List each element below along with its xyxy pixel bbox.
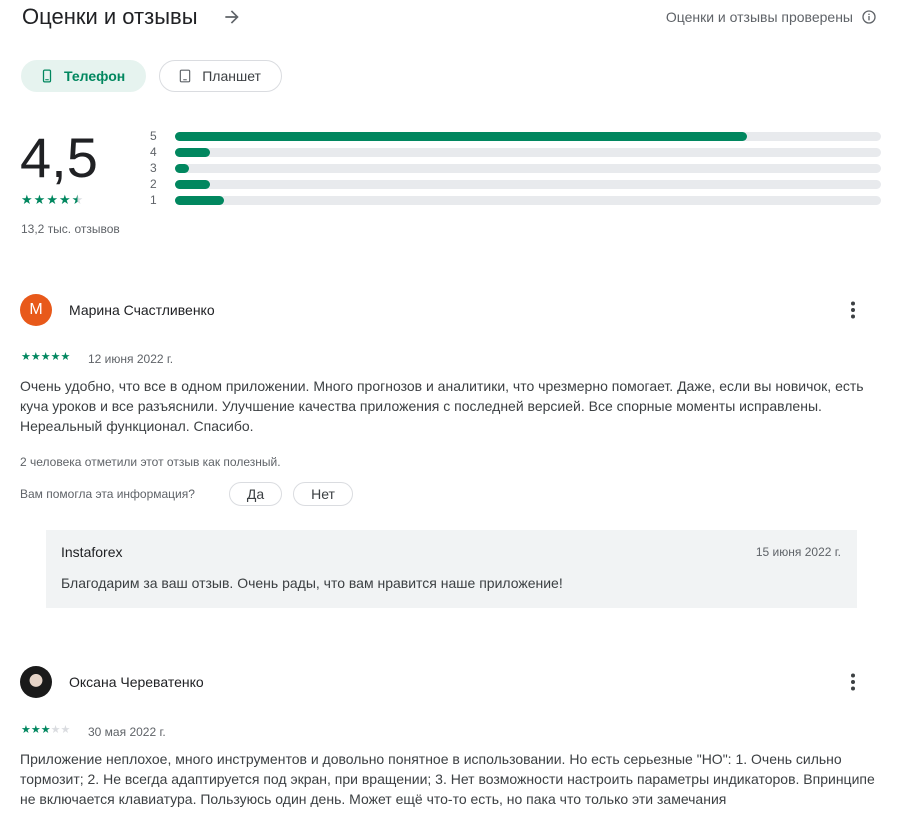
helpful-question: Вам помогла эта информация?	[20, 487, 195, 501]
rating-bar-track	[175, 195, 881, 205]
rating-bar-label: 5	[150, 129, 157, 143]
star-empty-icon: ★	[50, 724, 61, 736]
average-rating: 4,5	[20, 126, 98, 189]
rating-bar-track	[175, 163, 881, 173]
star-half-icon: ★	[71, 192, 84, 207]
helpful-yes-button[interactable]: Да	[229, 482, 282, 506]
star-full-icon: ★	[60, 351, 71, 363]
tab-phone[interactable]: Телефон	[21, 60, 147, 92]
star-full-icon: ★	[46, 192, 58, 207]
device-tabs: Телефон Планшет	[21, 60, 282, 92]
reply-date: 15 июня 2022 г.	[755, 545, 841, 559]
more-vert-icon[interactable]	[841, 670, 865, 694]
rating-bar-track	[175, 179, 881, 189]
review-stars: ★ ★ ★ ★ ★	[21, 725, 70, 736]
developer-reply: Instaforex 15 июня 2022 г. Благодарим за…	[46, 530, 857, 608]
rating-bar-fill	[175, 131, 747, 141]
rating-bar-fill	[175, 179, 211, 189]
star-full-icon: ★	[21, 351, 31, 363]
tab-tablet-label: Планшет	[202, 68, 261, 84]
star-full-icon: ★	[40, 351, 51, 363]
review-date: 12 июня 2022 г.	[88, 352, 174, 366]
rating-bar-row: 2	[150, 176, 881, 192]
star-full-icon: ★	[21, 724, 31, 736]
rating-bar-label: 3	[150, 161, 157, 175]
rating-bar-row: 3	[150, 160, 881, 176]
reply-author: Instaforex	[61, 544, 123, 560]
review-author: Оксана Череватенко	[69, 674, 204, 690]
star-full-icon: ★	[50, 351, 61, 363]
star-full-icon: ★	[21, 192, 33, 207]
tab-phone-label: Телефон	[64, 68, 126, 84]
rating-bar-fill	[175, 195, 225, 205]
review-text: Приложение неплохое, много инструментов …	[20, 751, 875, 807]
rating-bar-row: 4	[150, 144, 881, 160]
arrow-right-icon[interactable]	[222, 7, 242, 27]
rating-distribution: 5 4 3 2 1	[150, 128, 881, 208]
review-text: Очень удобно, что все в одном приложении…	[20, 378, 864, 434]
review-card: Оксана Череватенко ★ ★ ★ ★ ★ 30 мая 2022 г. …	[20, 666, 877, 816]
star-full-icon: ★	[58, 192, 71, 207]
avatar-letter: М	[29, 301, 43, 318]
star-full-icon: ★	[33, 192, 46, 207]
reviews-count: 13,2 тыс. отзывов	[21, 222, 120, 236]
star-full-icon: ★	[40, 724, 51, 736]
star-full-icon: ★	[30, 351, 41, 363]
helpful-count: 2 человека отметили этот отзыв как полез…	[20, 455, 281, 469]
verified-reviews[interactable]: Оценки и отзывы проверены	[666, 9, 877, 25]
rating-bar-label: 4	[150, 145, 157, 159]
review-stars: ★ ★ ★ ★ ★	[21, 352, 70, 363]
more-vert-icon[interactable]	[841, 298, 865, 322]
info-icon[interactable]	[861, 9, 877, 25]
rating-bar-label: 2	[150, 177, 157, 191]
rating-bar-track	[175, 131, 881, 141]
average-rating-stars: ★ ★ ★ ★ ★	[21, 193, 83, 206]
rating-bar-label: 1	[150, 193, 157, 207]
rating-bar-row: 1	[150, 192, 881, 208]
avatar: М	[20, 294, 52, 326]
rating-bar-fill	[175, 147, 211, 157]
star-full-icon: ★	[30, 724, 41, 736]
review-card: М Марина Счастливенко ★ ★ ★ ★ ★ 12 июня 2022…	[20, 294, 877, 514]
star-empty-icon: ★	[60, 724, 71, 736]
verified-label: Оценки и отзывы проверены	[665, 9, 853, 25]
ratings-header: Оценки и отзывы Оценки и отзывы проверен…	[22, 4, 877, 30]
tab-tablet[interactable]: Планшет	[159, 60, 282, 92]
phone-icon	[42, 69, 52, 83]
section-title[interactable]: Оценки и отзывы	[22, 4, 198, 30]
rating-bar-row: 5	[150, 128, 881, 144]
tablet-icon	[179, 69, 191, 83]
rating-bar-track	[175, 147, 881, 157]
rating-bar-fill	[175, 163, 190, 173]
reply-text: Благодарим за ваш отзыв. Очень рады, что…	[61, 575, 563, 591]
review-date: 30 мая 2022 г.	[88, 725, 166, 739]
review-author: Марина Счастливенко	[69, 302, 215, 318]
avatar	[20, 666, 52, 698]
helpful-no-button[interactable]: Нет	[293, 482, 353, 506]
